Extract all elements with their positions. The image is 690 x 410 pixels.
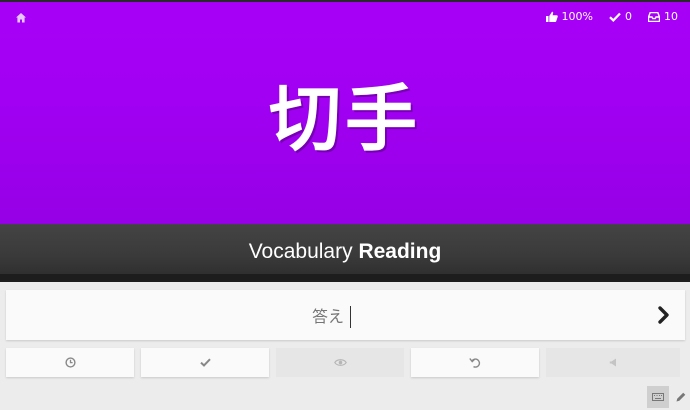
text-caret [350, 306, 351, 328]
keyboard-icon [652, 393, 664, 401]
remaining-count: 10 [664, 10, 678, 23]
home-icon[interactable] [15, 12, 27, 24]
thumbs-up-icon [545, 11, 558, 22]
correct-stat: 0 [609, 10, 632, 23]
checkmark-icon [609, 12, 621, 22]
chevron-right-icon[interactable] [657, 305, 671, 325]
keyboard-toggle[interactable] [647, 386, 669, 408]
character-panel: 100% 0 10 切手 [0, 2, 690, 224]
band-shadow [0, 274, 690, 282]
stats-bar: 100% 0 10 [545, 10, 678, 23]
show-answer-button[interactable] [276, 348, 404, 377]
audio-button[interactable] [546, 348, 680, 377]
item-characters: 切手 [268, 76, 421, 161]
additional-content-buttons [6, 348, 680, 377]
question-type-band: Vocabulary Reading [0, 224, 690, 282]
check-icon [199, 358, 211, 367]
volume-icon [609, 358, 616, 367]
item-type-label: Vocabulary [248, 240, 353, 263]
item-info-button[interactable] [141, 348, 269, 377]
eye-icon [333, 359, 347, 366]
answer-input[interactable] [6, 290, 650, 342]
question-label: Reading [358, 240, 442, 263]
retry-button[interactable] [411, 348, 539, 377]
correct-count: 0 [625, 10, 632, 23]
clock-icon [64, 357, 76, 368]
last-items-button[interactable] [6, 348, 134, 377]
question-type: Vocabulary Reading [0, 240, 690, 264]
undo-icon [469, 358, 481, 368]
inbox-icon [648, 11, 660, 22]
answer-form [6, 290, 685, 342]
accuracy-stat: 100% [545, 10, 593, 23]
remaining-stat: 10 [648, 10, 678, 23]
pencil-icon[interactable] [675, 391, 687, 403]
accuracy-value: 100% [561, 10, 593, 23]
